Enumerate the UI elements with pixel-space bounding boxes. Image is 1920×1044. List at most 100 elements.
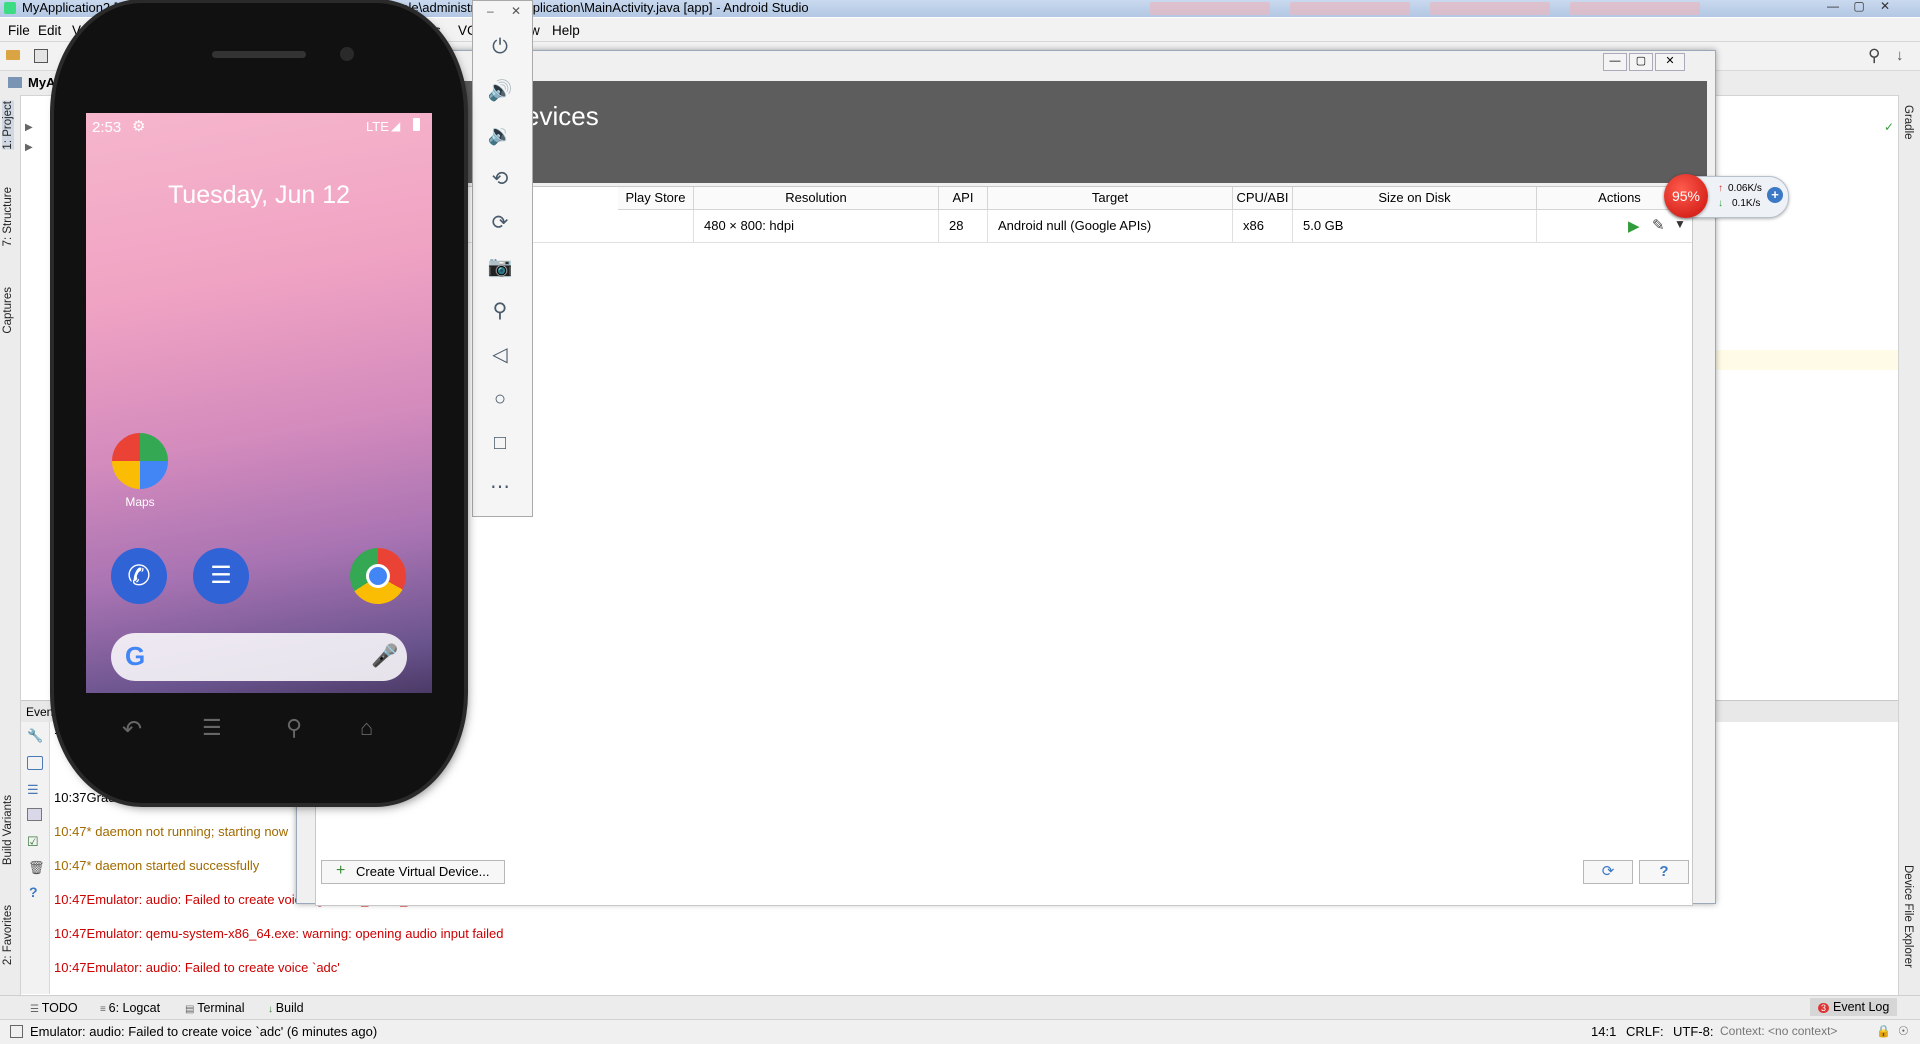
phone-app-icon[interactable]: ✆ bbox=[111, 548, 167, 604]
date-widget[interactable]: Tuesday, Jun 12 bbox=[86, 181, 432, 210]
open-folder-icon[interactable] bbox=[6, 50, 20, 60]
edit-pencil-icon[interactable]: ✎ bbox=[1652, 216, 1665, 234]
emulator-minimize-button[interactable]: – bbox=[487, 4, 494, 18]
overview-icon[interactable]: □ bbox=[485, 428, 515, 458]
tab-captures[interactable]: Captures bbox=[2, 287, 14, 334]
tab-event-log[interactable]: 3 Event Log bbox=[1810, 998, 1898, 1016]
tab-build-variants[interactable]: Build Variants bbox=[2, 795, 14, 865]
nav-search-icon[interactable]: ⚲ bbox=[286, 715, 302, 741]
home-icon[interactable]: ○ bbox=[485, 384, 515, 414]
camera-icon[interactable]: 📷 bbox=[485, 252, 515, 282]
tab-logcat[interactable]: ≡ 6: Logcat bbox=[100, 1001, 160, 1015]
google-search-bar[interactable]: G 🎤 bbox=[111, 633, 407, 681]
power-icon[interactable]: ⏻ bbox=[485, 32, 515, 62]
tab-todo[interactable]: ☰ TODO bbox=[30, 1001, 78, 1015]
tab-project[interactable]: 1: Project bbox=[2, 101, 14, 150]
status-message[interactable]: Emulator: audio: Failed to create voice … bbox=[30, 1024, 377, 1039]
panel-icon[interactable] bbox=[27, 808, 42, 821]
maximize-button[interactable]: ▢ bbox=[1846, 0, 1872, 14]
project-name[interactable]: MyA bbox=[28, 75, 55, 90]
wrench-icon[interactable]: 🔧 bbox=[27, 728, 43, 744]
rotate-right-icon[interactable]: ⟳ bbox=[485, 208, 515, 238]
column-header-cpu-abi[interactable]: CPU/ABI bbox=[1233, 187, 1293, 210]
volume-down-icon[interactable]: 🔉 bbox=[485, 120, 515, 150]
launch-play-icon[interactable]: ▶ bbox=[1628, 217, 1640, 235]
tab-terminal[interactable]: ▤ Terminal bbox=[185, 1001, 244, 1015]
context-indicator[interactable]: Context: <no context> bbox=[1720, 1024, 1837, 1038]
help-icon[interactable]: ? bbox=[29, 884, 38, 900]
file-encoding[interactable]: UTF-8: bbox=[1673, 1024, 1713, 1039]
tab-gradle[interactable]: Gradle bbox=[1902, 105, 1914, 140]
tree-expand-icon[interactable]: ▶ bbox=[25, 122, 33, 133]
more-icon[interactable]: ⋯ bbox=[485, 472, 515, 502]
network-type: LTE bbox=[366, 119, 389, 134]
maps-app-icon[interactable] bbox=[112, 433, 168, 489]
event-time: 10:47 bbox=[54, 824, 87, 839]
microphone-icon[interactable]: 🎤 bbox=[371, 643, 398, 669]
zoom-icon[interactable]: ⚲ bbox=[485, 296, 515, 326]
refresh-button[interactable]: ⟳ bbox=[1583, 860, 1633, 884]
memory-usage-badge[interactable]: 95% bbox=[1664, 174, 1708, 218]
column-header-resolution[interactable]: Resolution bbox=[694, 187, 939, 210]
help-button[interactable]: ? bbox=[1639, 860, 1689, 884]
save-icon[interactable] bbox=[34, 49, 48, 63]
more-actions-chevron-icon[interactable]: ▼ bbox=[1674, 217, 1686, 231]
event-log-badge: 3 bbox=[1818, 1003, 1830, 1013]
tab-device-file-explorer[interactable]: Device File Explorer bbox=[1902, 865, 1914, 968]
speed-plus-icon[interactable]: + bbox=[1767, 187, 1783, 203]
checkbox-icon[interactable]: ☑ bbox=[27, 834, 39, 850]
messages-app-icon[interactable]: ☰ bbox=[193, 548, 249, 604]
tree-expand-icon[interactable]: ▶ bbox=[25, 142, 33, 153]
emulator-close-button[interactable]: ✕ bbox=[511, 4, 521, 18]
sdk-icon[interactable]: ↓ bbox=[1896, 47, 1904, 64]
tab-favorites[interactable]: 2: Favorites bbox=[2, 905, 14, 965]
column-header-api[interactable]: API bbox=[939, 187, 988, 210]
menu-edit[interactable]: Edit bbox=[38, 23, 61, 38]
inspector-icon[interactable]: ☉ bbox=[1898, 1024, 1909, 1038]
nav-menu-icon[interactable]: ☰ bbox=[202, 715, 222, 741]
cell-play-store bbox=[618, 210, 694, 242]
cell-size-on-disk: 5.0 GB bbox=[1293, 210, 1537, 242]
tab-build[interactable]: ↓ Build bbox=[268, 1001, 304, 1015]
close-button[interactable]: ✕ bbox=[1872, 0, 1898, 14]
refresh-icon: ⟳ bbox=[1601, 863, 1615, 880]
avd-minimize-button[interactable]: — bbox=[1603, 53, 1627, 71]
tab-structure[interactable]: 7: Structure bbox=[2, 187, 14, 246]
taskbar-item[interactable] bbox=[1430, 2, 1550, 15]
event-log-actions: 🔧 ☰ ☑ 🗑 ? bbox=[21, 722, 50, 994]
search-icon[interactable]: ⚲ bbox=[1868, 46, 1880, 66]
line-separator[interactable]: CRLF: bbox=[1626, 1024, 1664, 1039]
caret-position[interactable]: 14:1 bbox=[1591, 1024, 1616, 1039]
build-icon: ↓ bbox=[268, 1004, 276, 1015]
app-icon bbox=[4, 2, 16, 14]
column-header-play-store[interactable]: Play Store bbox=[618, 187, 694, 210]
column-header-target[interactable]: Target bbox=[988, 187, 1233, 210]
emulator-screen[interactable]: 2:53 ⚙ LTE ◢ Tuesday, Jun 12 Maps ✆ ☰ G … bbox=[86, 113, 432, 693]
chrome-app-icon[interactable] bbox=[350, 548, 406, 604]
taskbar-item[interactable] bbox=[1570, 2, 1700, 15]
create-virtual-device-button[interactable]: + Create Virtual Device... bbox=[321, 860, 505, 884]
event-time: 10:37 bbox=[54, 790, 87, 805]
rotate-left-icon[interactable]: ⟲ bbox=[485, 164, 515, 194]
comment-icon[interactable] bbox=[27, 756, 43, 770]
trash-icon[interactable]: 🗑 bbox=[28, 860, 45, 876]
menu-help[interactable]: Help bbox=[552, 23, 580, 38]
logcat-icon: ≡ bbox=[100, 1004, 109, 1015]
volume-up-icon[interactable]: 🔊 bbox=[485, 76, 515, 106]
menu-file[interactable]: File bbox=[8, 23, 30, 38]
nav-back-icon[interactable]: ↶ bbox=[122, 715, 142, 744]
taskbar-item[interactable] bbox=[1290, 2, 1410, 15]
list-icon[interactable]: ☰ bbox=[27, 782, 39, 798]
status-toggle-icon[interactable] bbox=[10, 1025, 23, 1038]
lock-icon[interactable]: 🔒 bbox=[1876, 1024, 1891, 1038]
taskbar-item[interactable] bbox=[1150, 2, 1270, 15]
event-line: 10:47Emulator: qemu-system-x86_64.exe: w… bbox=[54, 926, 504, 941]
nav-home-icon[interactable]: ⌂ bbox=[360, 715, 373, 741]
back-icon[interactable]: ◁ bbox=[485, 340, 515, 370]
event-time: 10:47 bbox=[54, 960, 87, 975]
avd-maximize-button[interactable]: ▢ bbox=[1629, 53, 1653, 71]
column-header-size-on-disk[interactable]: Size on Disk bbox=[1293, 187, 1537, 210]
minimize-button[interactable]: — bbox=[1820, 0, 1846, 14]
signal-icon: ◢ bbox=[391, 119, 401, 133]
avd-close-button[interactable]: ✕ bbox=[1655, 53, 1685, 71]
